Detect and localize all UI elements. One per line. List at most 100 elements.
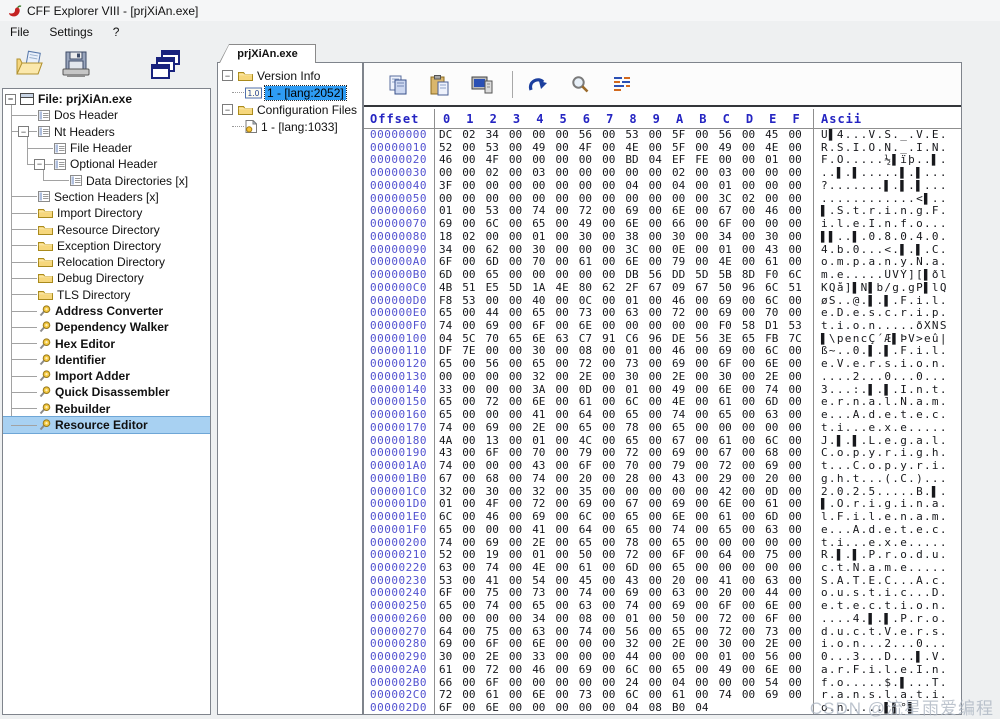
hex-byte[interactable]: 38 bbox=[625, 231, 648, 244]
hex-byte[interactable]: 00 bbox=[509, 129, 532, 142]
hex-ascii[interactable]: Ü▌4...V.S._.V.E. bbox=[813, 129, 961, 142]
hex-byte[interactable]: 00 bbox=[462, 702, 485, 715]
hex-byte[interactable]: 00 bbox=[509, 702, 532, 715]
hex-byte[interactable]: 61 bbox=[579, 562, 602, 575]
hex-byte[interactable]: 00 bbox=[462, 511, 485, 524]
hex-ascii[interactable]: ....4.▌.▌.P.r.o. bbox=[813, 613, 961, 626]
hex-byte[interactable]: 00 bbox=[742, 600, 765, 613]
hex-byte[interactable]: 00 bbox=[742, 613, 765, 626]
hex-byte[interactable]: DC bbox=[439, 129, 462, 142]
hex-byte[interactable]: 00 bbox=[742, 231, 765, 244]
hex-byte[interactable]: 28 bbox=[625, 473, 648, 486]
hex-byte[interactable]: 00 bbox=[742, 562, 765, 575]
hex-bytes[interactable]: 7400000043006F007000790072006900 bbox=[434, 460, 813, 473]
hex-byte[interactable]: 2E bbox=[672, 371, 695, 384]
hex-row[interactable]: 000001300000000032002E0030002E0030002E00… bbox=[364, 371, 961, 384]
hex-byte[interactable]: 00 bbox=[555, 320, 578, 333]
hex-byte[interactable]: 00 bbox=[462, 600, 485, 613]
hex-byte[interactable]: 65 bbox=[625, 524, 648, 537]
hex-byte[interactable]: 2E bbox=[579, 371, 602, 384]
hex-byte[interactable]: 00 bbox=[509, 562, 532, 575]
hex-byte[interactable]: 00 bbox=[532, 702, 555, 715]
hex-byte[interactable]: 00 bbox=[509, 269, 532, 282]
hex-byte[interactable]: 30 bbox=[579, 231, 602, 244]
hex-byte[interactable]: 00 bbox=[788, 689, 811, 702]
sidebar-item-debug-directory[interactable]: Debug Directory bbox=[3, 270, 210, 286]
hex-byte[interactable]: 74 bbox=[625, 600, 648, 613]
hex-byte[interactable]: 00 bbox=[486, 613, 509, 626]
hex-byte[interactable]: 00 bbox=[649, 664, 672, 677]
hex-byte[interactable]: 00 bbox=[555, 664, 578, 677]
hex-byte[interactable]: 00 bbox=[742, 664, 765, 677]
hex-byte[interactable]: 80 bbox=[579, 282, 602, 295]
hex-byte[interactable]: 00 bbox=[462, 651, 485, 664]
hex-bytes[interactable]: 630074004E0061006D00650000000000 bbox=[434, 562, 813, 575]
hex-byte[interactable]: 69 bbox=[439, 218, 462, 231]
hex-byte[interactable]: 67 bbox=[439, 473, 462, 486]
hex-byte[interactable]: 00 bbox=[695, 460, 718, 473]
hex-ascii[interactable]: f.o.....$.▌...T. bbox=[813, 677, 961, 690]
hex-byte[interactable]: 00 bbox=[555, 460, 578, 473]
hex-byte[interactable]: 30 bbox=[672, 231, 695, 244]
hex-byte[interactable]: 00 bbox=[602, 511, 625, 524]
hex-byte[interactable]: 01 bbox=[719, 651, 742, 664]
hex-byte[interactable]: 00 bbox=[788, 562, 811, 575]
hex-byte[interactable]: 00 bbox=[555, 129, 578, 142]
hex-byte[interactable]: 02 bbox=[462, 129, 485, 142]
hex-byte[interactable]: 6E bbox=[765, 664, 788, 677]
hex-byte[interactable]: 00 bbox=[695, 180, 718, 193]
hex-byte[interactable]: 6F bbox=[439, 702, 462, 715]
hex-byte[interactable]: 00 bbox=[509, 231, 532, 244]
hex-byte[interactable]: 00 bbox=[439, 371, 462, 384]
hex-byte[interactable]: 6F bbox=[532, 320, 555, 333]
hex-row[interactable]: 000000105200530049004F004E005F0049004E00… bbox=[364, 142, 961, 155]
sidebar-item-data-directories-x[interactable]: Data Directories [x] bbox=[3, 172, 210, 188]
copy-button[interactable] bbox=[384, 72, 410, 98]
hex-ascii[interactable]: e.t.e.c.t.i.o.n. bbox=[813, 600, 961, 613]
hex-byte[interactable]: 00 bbox=[462, 613, 485, 626]
hex-byte[interactable]: 6C bbox=[439, 511, 462, 524]
hex-byte[interactable]: 00 bbox=[625, 320, 648, 333]
hex-row[interactable]: 000002A061007200460069006C00650049006E00… bbox=[364, 664, 961, 677]
hex-bytes[interactable]: 4B51E55D1A4E80622F67096750966C51 bbox=[434, 282, 813, 295]
hex-byte[interactable]: 53 bbox=[625, 129, 648, 142]
hex-ascii[interactable]: 3...:.▌.▌.I.n.t. bbox=[813, 384, 961, 397]
hex-byte[interactable]: 00 bbox=[602, 460, 625, 473]
sidebar-item-file-header[interactable]: File Header bbox=[3, 140, 210, 156]
hex-byte[interactable]: 2E bbox=[486, 651, 509, 664]
hex-byte[interactable]: 65 bbox=[439, 409, 462, 422]
hex-byte[interactable]: 74 bbox=[672, 409, 695, 422]
tree-expander[interactable]: − bbox=[18, 126, 29, 137]
hex-byte[interactable]: 00 bbox=[742, 460, 765, 473]
hex-row[interactable]: 0000007069006C00650049006E0066006F000000… bbox=[364, 218, 961, 231]
hex-byte[interactable]: 00 bbox=[695, 664, 718, 677]
menu-item-settings[interactable]: Settings bbox=[39, 22, 102, 42]
hex-byte[interactable]: 00 bbox=[509, 664, 532, 677]
hex-ascii[interactable]: ....2...0...0... bbox=[813, 371, 961, 384]
hex-byte[interactable]: 00 bbox=[695, 409, 718, 422]
hex-row[interactable]: 000001A07400000043006F007000790072006900… bbox=[364, 460, 961, 473]
hex-byte[interactable]: 00 bbox=[788, 180, 811, 193]
hex-byte[interactable]: 00 bbox=[602, 651, 625, 664]
hex-byte[interactable]: 00 bbox=[555, 562, 578, 575]
hex-ascii[interactable]: R.S.I.O.N._.I.N. bbox=[813, 142, 961, 155]
hex-byte[interactable]: 67 bbox=[649, 282, 672, 295]
sidebar-item-optional-header[interactable]: −Optional Header bbox=[3, 156, 210, 172]
hex-byte[interactable]: 04 bbox=[625, 702, 648, 715]
hex-byte[interactable]: 69 bbox=[765, 460, 788, 473]
hex-byte[interactable]: 41 bbox=[532, 409, 555, 422]
hex-byte[interactable]: 00 bbox=[649, 613, 672, 626]
hex-row[interactable]: 00000140330000003A000D00010049006E007400… bbox=[364, 384, 961, 397]
hex-byte[interactable]: 01 bbox=[532, 231, 555, 244]
hex-row[interactable]: 000001804A00130001004C006500670061006C00… bbox=[364, 435, 961, 448]
hex-byte[interactable]: 00 bbox=[509, 511, 532, 524]
hex-byte[interactable]: 00 bbox=[649, 180, 672, 193]
hex-byte[interactable]: 1A bbox=[532, 282, 555, 295]
hex-byte[interactable]: 34 bbox=[486, 129, 509, 142]
hex-byte[interactable]: 50 bbox=[719, 282, 742, 295]
hex-byte[interactable]: 49 bbox=[579, 218, 602, 231]
hex-byte[interactable]: F0 bbox=[765, 269, 788, 282]
hex-byte[interactable]: 65 bbox=[439, 600, 462, 613]
hex-bytes[interactable]: 30002E00330000004400000001005600 bbox=[434, 651, 813, 664]
hex-byte[interactable]: 00 bbox=[462, 460, 485, 473]
